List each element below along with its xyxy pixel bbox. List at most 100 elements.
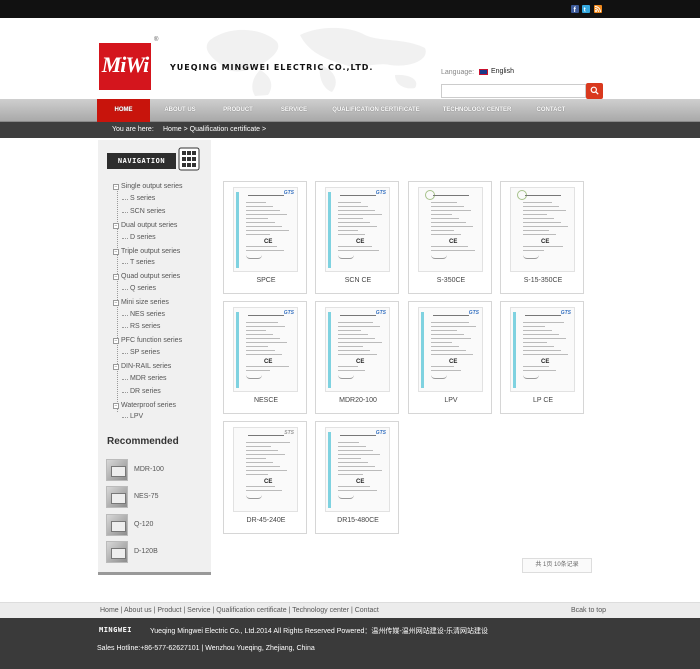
language-selector[interactable]: English bbox=[491, 68, 514, 75]
search-icon bbox=[590, 86, 599, 95]
rss-icon[interactable] bbox=[594, 5, 602, 13]
product-name[interactable]: NES-75 bbox=[134, 493, 159, 500]
sidebar-group-din-rail[interactable]: − DIN-RAIL series bbox=[113, 363, 171, 370]
certificate-image[interactable]: GTS CE bbox=[325, 187, 390, 272]
recommended-item[interactable]: D-120B bbox=[106, 541, 206, 567]
collapse-icon[interactable]: − bbox=[113, 223, 119, 229]
certificate-card[interactable]: GTS CE NESCE bbox=[223, 301, 307, 414]
search-button[interactable] bbox=[586, 83, 603, 99]
certificate-card[interactable]: CE S-350CE bbox=[408, 181, 492, 294]
product-thumbnail[interactable] bbox=[106, 541, 128, 563]
collapse-icon[interactable]: − bbox=[113, 338, 119, 344]
sidebar-heading: NAVIGATION bbox=[107, 153, 176, 169]
company-name: YUEQING MINGWEI ELECTRIC CO.,LTD. bbox=[170, 63, 374, 72]
logo[interactable]: MiWi bbox=[99, 43, 151, 90]
search-input[interactable] bbox=[441, 84, 586, 98]
sidebar-item-sp-series[interactable]: SP series bbox=[122, 349, 160, 356]
certificate-image[interactable]: GTS CE bbox=[233, 307, 298, 392]
world-map-decoration bbox=[206, 27, 426, 96]
product-thumbnail[interactable] bbox=[106, 514, 128, 536]
recommended-item[interactable]: NES-75 bbox=[106, 486, 206, 512]
svg-text:f: f bbox=[574, 7, 577, 13]
nav-service[interactable]: SERVICE bbox=[271, 99, 317, 122]
sidebar-item-t-series[interactable]: T series bbox=[122, 259, 155, 266]
recommended-item[interactable]: MDR-100 bbox=[106, 459, 206, 485]
svg-text:t: t bbox=[584, 8, 586, 14]
certificate-card[interactable]: CE S-15-350CE bbox=[500, 181, 584, 294]
sidebar-item-scn-series[interactable]: SCN series bbox=[121, 208, 165, 215]
nav-technology-center[interactable]: TECHNOLOGY CENTER bbox=[438, 99, 516, 122]
certificate-image[interactable]: CE bbox=[510, 187, 575, 272]
breadcrumb-path[interactable]: Home > Qualification certificate > bbox=[163, 126, 266, 133]
nav-qualification-certificate[interactable]: QUALIFICATION CERTIFICATE bbox=[331, 99, 421, 122]
certificate-label[interactable]: S-15-350CE bbox=[501, 277, 585, 284]
footer-copyright: Yueqing Mingwei Electric Co., Ltd.2014 A… bbox=[150, 628, 489, 635]
sidebar-group-waterproof[interactable]: − Waterproof series bbox=[113, 402, 176, 409]
certificate-card[interactable]: GTS CE LPV bbox=[408, 301, 492, 414]
sidebar-group-quad-output[interactable]: − Quad output series bbox=[113, 273, 180, 280]
certificate-card[interactable]: GTS CE DR15-480CE bbox=[315, 421, 399, 534]
back-to-top-link[interactable]: Bcak to top bbox=[571, 607, 606, 614]
sidebar-group-mini-size[interactable]: − Mini size series bbox=[113, 299, 169, 306]
collapse-icon[interactable]: − bbox=[113, 364, 119, 370]
certificate-label[interactable]: S-350CE bbox=[409, 277, 493, 284]
certificate-card[interactable]: GTS CE SPCE bbox=[223, 181, 307, 294]
footer-links[interactable]: Home | About us | Product | Service | Qu… bbox=[100, 607, 379, 614]
twitter-icon[interactable]: t bbox=[582, 5, 590, 13]
sidebar-item-dr-series[interactable]: DR series bbox=[122, 388, 161, 395]
sidebar-item-nes-series[interactable]: NES series bbox=[121, 311, 165, 318]
nav-contact[interactable]: CONTACT bbox=[527, 99, 575, 122]
collapse-icon[interactable]: − bbox=[113, 403, 119, 409]
language-label: Language: bbox=[441, 69, 475, 76]
site-footer: MINGWEI Yueqing Mingwei Electric Co., Lt… bbox=[0, 618, 700, 669]
certificate-image[interactable]: STS CE bbox=[233, 427, 298, 512]
certificate-card[interactable]: STS CE DR-45-240E bbox=[223, 421, 307, 534]
recommended-item[interactable]: Q-120 bbox=[106, 514, 206, 540]
certificate-image[interactable]: CE bbox=[418, 187, 483, 272]
certificate-card[interactable]: GTS CE MDR20-100 bbox=[315, 301, 399, 414]
product-thumbnail[interactable] bbox=[106, 459, 128, 481]
certificate-image[interactable]: GTS CE bbox=[418, 307, 483, 392]
collapse-icon[interactable]: − bbox=[113, 274, 119, 280]
sidebar-group-dual-output[interactable]: − Dual output series bbox=[113, 222, 177, 229]
certificate-label[interactable]: MDR20-100 bbox=[316, 397, 400, 404]
sidebar-item-d-series[interactable]: D series bbox=[122, 234, 156, 241]
collapse-icon[interactable]: − bbox=[113, 184, 119, 190]
nav-home[interactable]: HOME bbox=[97, 99, 150, 122]
certificate-image[interactable]: GTS CE bbox=[325, 307, 390, 392]
collapse-icon[interactable]: − bbox=[113, 300, 119, 306]
certificate-label[interactable]: DR15-480CE bbox=[316, 517, 400, 524]
sidebar-item-mdr-series[interactable]: MDR series bbox=[122, 375, 167, 382]
certificate-label[interactable]: DR-45-240E bbox=[224, 517, 308, 524]
sidebar-item-q-series[interactable]: Q series bbox=[121, 285, 156, 292]
nav-about-us[interactable]: ABOUT US bbox=[155, 99, 205, 122]
certificate-label[interactable]: SPCE bbox=[224, 277, 308, 284]
certificate-image[interactable]: GTS CE bbox=[510, 307, 575, 392]
sidebar-item-rs-series[interactable]: RS series bbox=[121, 323, 160, 330]
certificate-image[interactable]: GTS CE bbox=[325, 427, 390, 512]
uk-flag-icon bbox=[479, 69, 488, 75]
certificate-label[interactable]: LP CE bbox=[501, 397, 585, 404]
certificate-label[interactable]: LPV bbox=[409, 397, 493, 404]
footer-brand: MINGWEI bbox=[99, 626, 133, 634]
sidebar-group-pfc-function[interactable]: − PFC function series bbox=[113, 337, 182, 344]
collapse-icon[interactable]: − bbox=[113, 249, 119, 255]
registered-mark: ® bbox=[154, 37, 159, 43]
breadcrumb: You are here: Home > Qualification certi… bbox=[0, 122, 700, 138]
main-nav: HOME ABOUT US PRODUCT SERVICE QUALIFICAT… bbox=[0, 99, 700, 122]
certificate-label[interactable]: NESCE bbox=[224, 397, 308, 404]
product-thumbnail[interactable] bbox=[106, 486, 128, 508]
sidebar-group-single-output[interactable]: − Single output series bbox=[113, 183, 182, 190]
certificate-card[interactable]: GTS CE LP CE bbox=[500, 301, 584, 414]
certificate-label[interactable]: SCN CE bbox=[316, 277, 400, 284]
certificate-image[interactable]: GTS CE bbox=[233, 187, 298, 272]
sidebar-item-s-series[interactable]: S series bbox=[121, 195, 155, 202]
product-name[interactable]: D-120B bbox=[134, 548, 158, 555]
facebook-icon[interactable]: f bbox=[571, 5, 579, 13]
sidebar-item-lpv[interactable]: LPV bbox=[121, 413, 143, 420]
nav-product[interactable]: PRODUCT bbox=[215, 99, 261, 122]
product-name[interactable]: MDR-100 bbox=[134, 466, 164, 473]
sidebar-group-triple-output[interactable]: − Triple output series bbox=[113, 248, 180, 255]
certificate-card[interactable]: GTS CE SCN CE bbox=[315, 181, 399, 294]
product-name[interactable]: Q-120 bbox=[134, 521, 153, 528]
